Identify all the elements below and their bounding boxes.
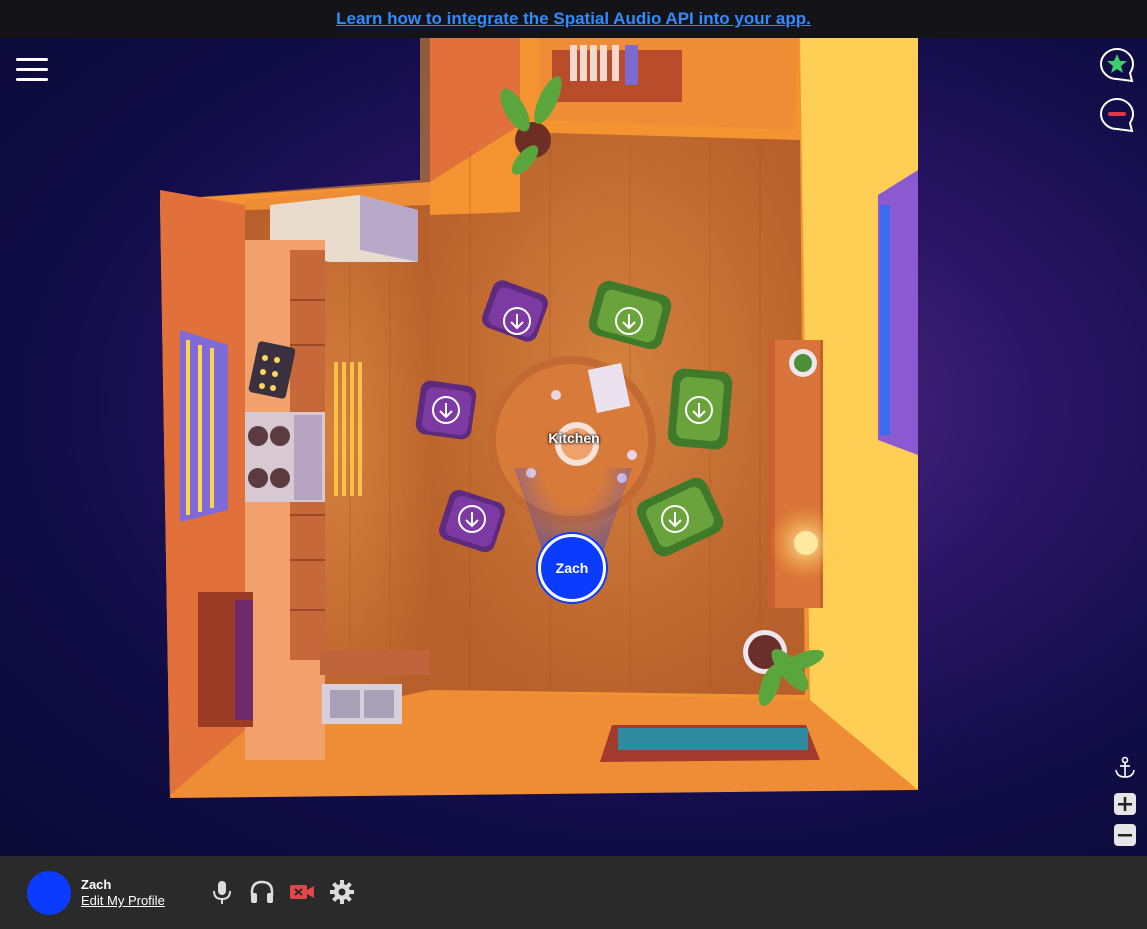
headphones-icon[interactable] [248,878,276,906]
seat-arrow-down-circle-icon[interactable] [502,306,532,336]
kitchen-room-illustration [160,38,918,798]
menu-line [16,58,48,61]
seat-arrow-down-circle-icon[interactable] [431,395,461,425]
bottom-control-bar: Zach Edit My Profile [0,856,1147,929]
seat-arrow-down-circle-icon[interactable] [457,504,487,534]
seat-arrow-down-circle-icon[interactable] [660,504,690,534]
seat-arrow-down-circle-icon[interactable] [614,306,644,336]
video-off-icon[interactable] [288,878,316,906]
minus-chat-icon[interactable] [1099,97,1135,133]
anchor-icon[interactable] [1113,756,1137,780]
room-label: Kitchen [548,430,600,446]
menu-button[interactable] [16,58,48,82]
spatial-room-stage: Kitchen Zach [0,38,1147,856]
gear-icon[interactable] [328,878,356,906]
zoom-in-plus-icon[interactable] [1113,792,1137,816]
edit-profile-link[interactable]: Edit My Profile [81,893,165,908]
star-chat-icon[interactable] [1099,47,1135,83]
my-display-name: Zach [81,877,112,892]
zoom-out-minus-icon[interactable] [1113,823,1137,847]
user-avatar[interactable]: Zach [538,534,606,602]
top-banner: Learn how to integrate the Spatial Audio… [0,0,1147,38]
menu-line [16,68,48,71]
menu-line [16,78,48,81]
microphone-icon[interactable] [208,878,236,906]
api-integration-link[interactable]: Learn how to integrate the Spatial Audio… [336,9,811,29]
seat-arrow-down-circle-icon[interactable] [684,395,714,425]
my-avatar[interactable] [27,871,71,915]
